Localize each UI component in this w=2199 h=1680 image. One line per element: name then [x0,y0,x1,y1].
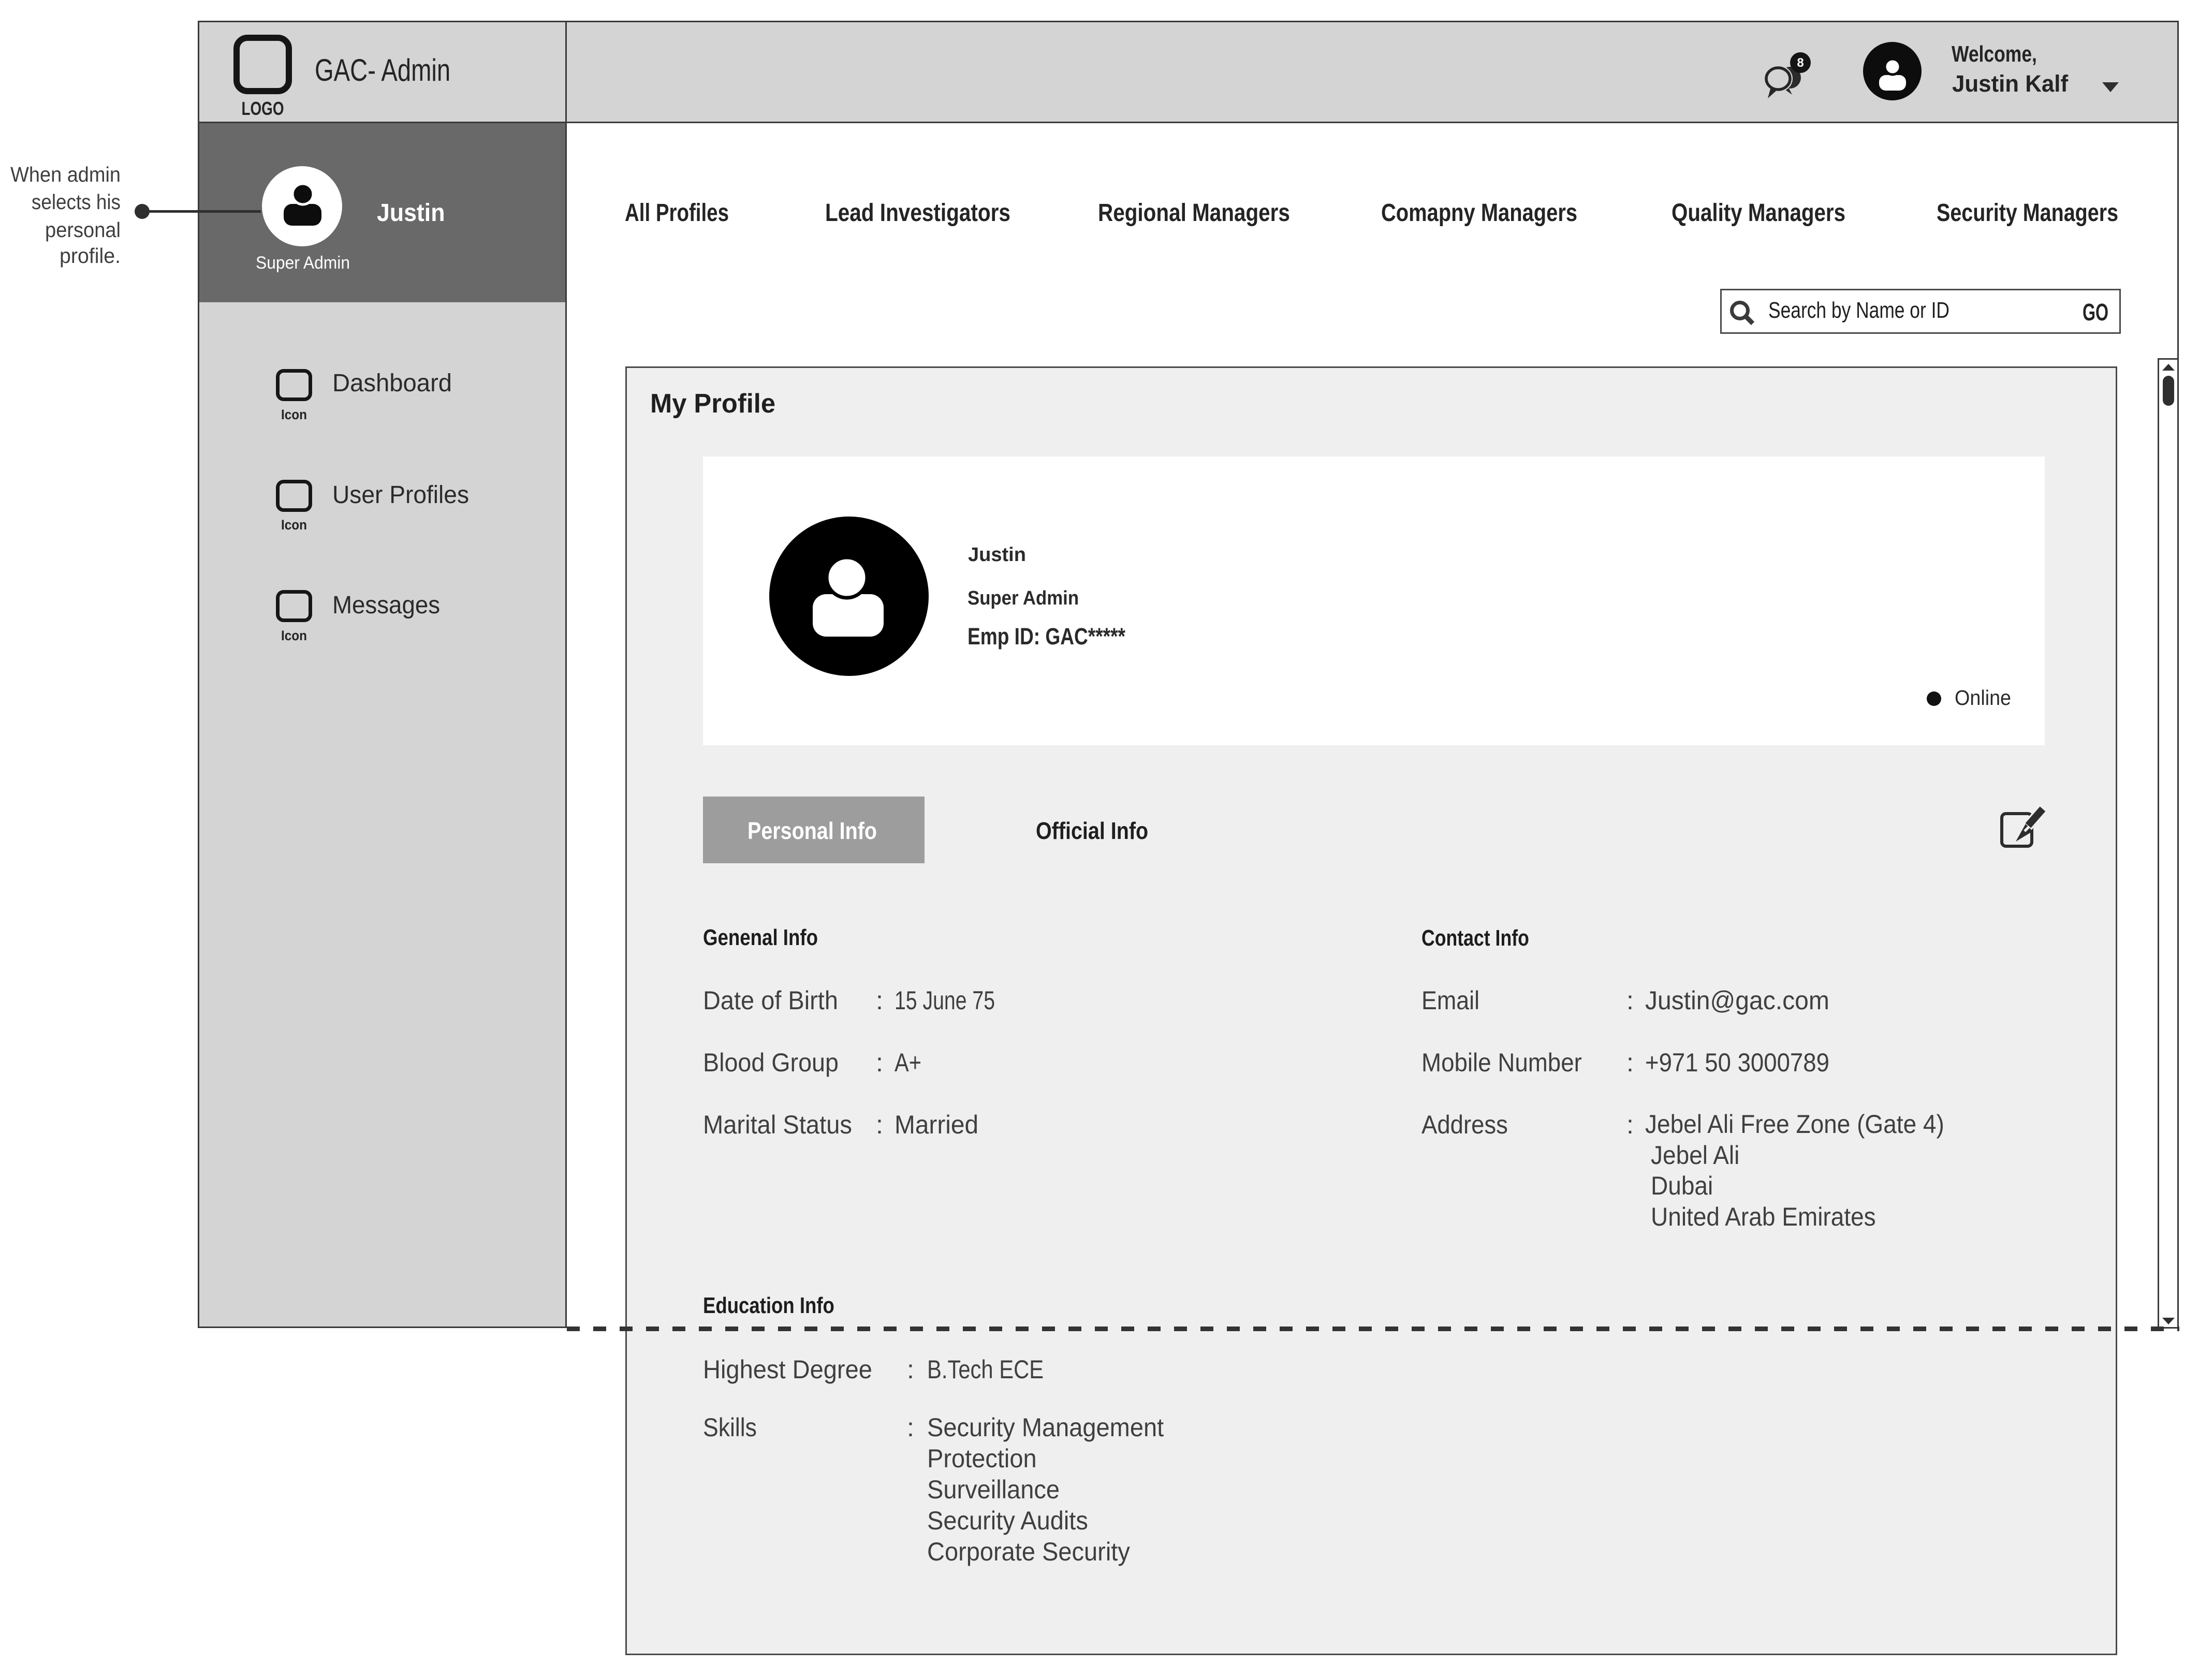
svg-text:8: 8 [1797,56,1804,70]
